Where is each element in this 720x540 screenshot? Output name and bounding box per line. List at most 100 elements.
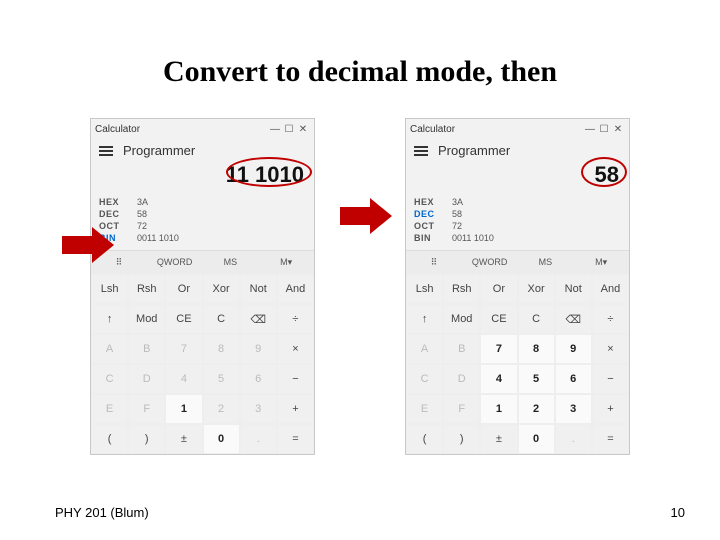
key-6[interactable]: 6 xyxy=(240,364,277,394)
minimize-button[interactable]: — xyxy=(268,124,282,135)
memory-store-button[interactable]: MS xyxy=(518,251,574,274)
memory-store-button[interactable]: MS xyxy=(203,251,259,274)
base-bin[interactable]: BIN0011 1010 xyxy=(99,232,306,244)
base-hex[interactable]: HEX3A xyxy=(99,196,306,208)
key-ce[interactable]: CE xyxy=(480,304,517,334)
key-9[interactable]: 9 xyxy=(555,334,592,364)
key-8[interactable]: 8 xyxy=(203,334,240,364)
key-3[interactable]: 3 xyxy=(555,394,592,424)
calc-display: 11 1010 xyxy=(91,158,314,194)
key-lsh[interactable]: Lsh xyxy=(91,274,128,304)
key-div[interactable]: ÷ xyxy=(592,304,629,334)
key-ce[interactable]: CE xyxy=(165,304,202,334)
key-back[interactable]: ⌫ xyxy=(240,304,277,334)
key-up[interactable]: ↑ xyxy=(91,304,128,334)
key-xor[interactable]: Xor xyxy=(203,274,240,304)
base-hex[interactable]: HEX3A xyxy=(414,196,621,208)
key-lpar[interactable]: ( xyxy=(406,424,443,454)
key-up[interactable]: ↑ xyxy=(406,304,443,334)
key-7[interactable]: 7 xyxy=(480,334,517,364)
key-add[interactable]: + xyxy=(592,394,629,424)
key-mul[interactable]: × xyxy=(277,334,314,364)
key-rsh[interactable]: Rsh xyxy=(128,274,165,304)
maximize-button[interactable]: ☐ xyxy=(282,124,296,135)
base-value: 3A xyxy=(452,197,463,207)
key-b[interactable]: B xyxy=(443,334,480,364)
key-dot[interactable]: . xyxy=(555,424,592,454)
maximize-button[interactable]: ☐ xyxy=(597,124,611,135)
menu-icon[interactable] xyxy=(414,146,428,156)
key-4[interactable]: 4 xyxy=(165,364,202,394)
key-1[interactable]: 1 xyxy=(165,394,202,424)
key-c2[interactable]: C xyxy=(91,364,128,394)
close-button[interactable]: ✕ xyxy=(611,124,625,135)
key-e[interactable]: E xyxy=(91,394,128,424)
base-oct[interactable]: OCT72 xyxy=(414,220,621,232)
close-button[interactable]: ✕ xyxy=(296,124,310,135)
key-d[interactable]: D xyxy=(128,364,165,394)
key-eq[interactable]: = xyxy=(592,424,629,454)
key-not[interactable]: Not xyxy=(555,274,592,304)
key-mod[interactable]: Mod xyxy=(443,304,480,334)
key-lsh[interactable]: Lsh xyxy=(406,274,443,304)
window-title: Calculator xyxy=(410,124,455,135)
memory-menu-button[interactable]: M▾ xyxy=(258,251,314,274)
word-size-button[interactable]: QWORD xyxy=(462,251,518,274)
key-rsh[interactable]: Rsh xyxy=(443,274,480,304)
key-a[interactable]: A xyxy=(91,334,128,364)
word-size-button[interactable]: QWORD xyxy=(147,251,203,274)
base-bin[interactable]: BIN0011 1010 xyxy=(414,232,621,244)
key-c[interactable]: C xyxy=(518,304,555,334)
key-5[interactable]: 5 xyxy=(518,364,555,394)
key-sub[interactable]: − xyxy=(592,364,629,394)
key-a[interactable]: A xyxy=(406,334,443,364)
key-and[interactable]: And xyxy=(592,274,629,304)
key-rpar[interactable]: ) xyxy=(128,424,165,454)
bitgrid-button[interactable]: ⠿ xyxy=(406,251,462,274)
base-value: 3A xyxy=(137,197,148,207)
key-lpar[interactable]: ( xyxy=(91,424,128,454)
key-xor[interactable]: Xor xyxy=(518,274,555,304)
key-6[interactable]: 6 xyxy=(555,364,592,394)
key-2[interactable]: 2 xyxy=(203,394,240,424)
key-not[interactable]: Not xyxy=(240,274,277,304)
key-b[interactable]: B xyxy=(128,334,165,364)
key-8[interactable]: 8 xyxy=(518,334,555,364)
key-or[interactable]: Or xyxy=(165,274,202,304)
key-4[interactable]: 4 xyxy=(480,364,517,394)
key-9[interactable]: 9 xyxy=(240,334,277,364)
key-and[interactable]: And xyxy=(277,274,314,304)
base-oct[interactable]: OCT72 xyxy=(99,220,306,232)
key-neg[interactable]: ± xyxy=(480,424,517,454)
key-dot[interactable]: . xyxy=(240,424,277,454)
key-1[interactable]: 1 xyxy=(480,394,517,424)
key-back[interactable]: ⌫ xyxy=(555,304,592,334)
key-3[interactable]: 3 xyxy=(240,394,277,424)
key-c[interactable]: C xyxy=(203,304,240,334)
key-0[interactable]: 0 xyxy=(203,424,240,454)
key-eq[interactable]: = xyxy=(277,424,314,454)
key-div[interactable]: ÷ xyxy=(277,304,314,334)
minimize-button[interactable]: — xyxy=(583,124,597,135)
key-2[interactable]: 2 xyxy=(518,394,555,424)
key-mul[interactable]: × xyxy=(592,334,629,364)
base-dec[interactable]: DEC58 xyxy=(99,208,306,220)
base-dec[interactable]: DEC58 xyxy=(414,208,621,220)
menu-icon[interactable] xyxy=(99,146,113,156)
key-0[interactable]: 0 xyxy=(518,424,555,454)
key-rpar[interactable]: ) xyxy=(443,424,480,454)
key-5[interactable]: 5 xyxy=(203,364,240,394)
key-c2[interactable]: C xyxy=(406,364,443,394)
base-value: 58 xyxy=(137,209,147,219)
key-e[interactable]: E xyxy=(406,394,443,424)
key-or[interactable]: Or xyxy=(480,274,517,304)
key-neg[interactable]: ± xyxy=(165,424,202,454)
key-f[interactable]: F xyxy=(443,394,480,424)
key-mod[interactable]: Mod xyxy=(128,304,165,334)
key-7[interactable]: 7 xyxy=(165,334,202,364)
key-d[interactable]: D xyxy=(443,364,480,394)
key-add[interactable]: + xyxy=(277,394,314,424)
key-sub[interactable]: − xyxy=(277,364,314,394)
key-f[interactable]: F xyxy=(128,394,165,424)
memory-menu-button[interactable]: M▾ xyxy=(573,251,629,274)
